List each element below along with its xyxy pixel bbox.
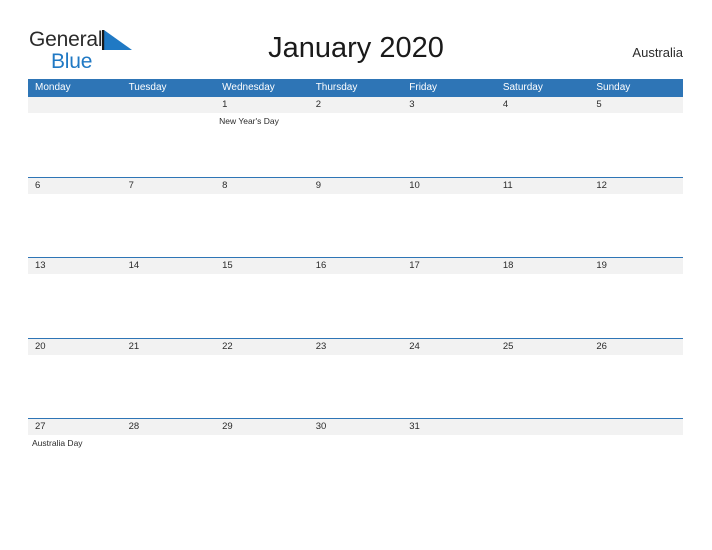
- day-event: [402, 194, 496, 257]
- weekday-header-friday: Friday: [409, 82, 438, 93]
- weekday-header-tuesday: Tuesday: [128, 82, 167, 93]
- page-header: General Blue January 2020 Australia: [0, 0, 712, 72]
- weekday-header-saturday: Saturday: [502, 82, 543, 93]
- day-number[interactable]: 9: [309, 178, 403, 194]
- day-number[interactable]: 4: [496, 97, 590, 113]
- day-number[interactable]: 11: [496, 178, 590, 194]
- day-number[interactable]: 14: [122, 258, 216, 274]
- day-event: [28, 274, 122, 337]
- day-event: [402, 355, 496, 418]
- week-day-numbers: 6 7 8 9 10 11 12: [28, 177, 683, 194]
- day-event: [589, 194, 683, 257]
- day-event: [589, 355, 683, 418]
- day-event: [496, 194, 590, 257]
- day-event: [402, 113, 496, 176]
- week-row: 27 28 29 30 31 Australia Day: [28, 418, 683, 499]
- day-number[interactable]: 3: [402, 97, 496, 113]
- week-row: 13 14 15 16 17 18 19: [28, 257, 683, 338]
- day-number[interactable]: 7: [122, 178, 216, 194]
- day-event: [309, 194, 403, 257]
- day-event: [122, 274, 216, 337]
- day-event: [122, 194, 216, 257]
- day-number[interactable]: 6: [28, 178, 122, 194]
- day-number[interactable]: 21: [122, 339, 216, 355]
- day-number[interactable]: 22: [215, 339, 309, 355]
- day-number[interactable]: 12: [589, 178, 683, 194]
- day-event: [496, 113, 590, 176]
- day-number[interactable]: 5: [589, 97, 683, 113]
- day-number[interactable]: [28, 97, 122, 113]
- day-number[interactable]: 1: [215, 97, 309, 113]
- weekday-header-row: Monday Tuesday Wednesday Thursday Friday…: [28, 79, 683, 96]
- day-number[interactable]: 19: [589, 258, 683, 274]
- day-number[interactable]: [496, 419, 590, 435]
- day-number[interactable]: 13: [28, 258, 122, 274]
- day-event: [309, 274, 403, 337]
- page-title: January 2020: [268, 32, 444, 64]
- day-number[interactable]: 28: [122, 419, 216, 435]
- day-number[interactable]: 2: [309, 97, 403, 113]
- day-number[interactable]: 24: [402, 339, 496, 355]
- day-event: [496, 274, 590, 337]
- day-event: [215, 194, 309, 257]
- day-number[interactable]: 8: [215, 178, 309, 194]
- day-number[interactable]: 31: [402, 419, 496, 435]
- day-event: [122, 435, 216, 498]
- day-event: [28, 113, 122, 176]
- day-number[interactable]: 23: [309, 339, 403, 355]
- day-number[interactable]: 20: [28, 339, 122, 355]
- day-event: [215, 435, 309, 498]
- day-event: [589, 113, 683, 176]
- week-day-events: [28, 193, 683, 257]
- day-event: [496, 435, 590, 498]
- weekday-header-thursday: Thursday: [315, 82, 358, 93]
- week-day-numbers: 13 14 15 16 17 18 19: [28, 258, 683, 275]
- day-event: [28, 355, 122, 418]
- day-event: [309, 355, 403, 418]
- week-day-events: Australia Day: [28, 435, 683, 499]
- week-day-events: [28, 274, 683, 338]
- week-day-numbers: 20 21 22 23 24 25 26: [28, 338, 683, 355]
- weekday-header-monday: Monday: [35, 82, 71, 93]
- week-row: 1 2 3 4 5 New Year's Day: [28, 96, 683, 177]
- day-event: [402, 435, 496, 498]
- day-number[interactable]: 27: [28, 419, 122, 435]
- week-row: 6 7 8 9 10 11 12: [28, 176, 683, 258]
- region-label: Australia: [632, 45, 683, 60]
- day-event: [122, 113, 216, 176]
- day-event: [402, 274, 496, 337]
- weekday-header-wednesday: Wednesday: [222, 82, 275, 93]
- day-event: [28, 194, 122, 257]
- day-number[interactable]: 30: [309, 419, 403, 435]
- day-number[interactable]: 16: [309, 258, 403, 274]
- day-event: Australia Day: [32, 438, 83, 449]
- day-number[interactable]: 17: [402, 258, 496, 274]
- day-event: [309, 435, 403, 498]
- day-event: [496, 355, 590, 418]
- calendar-grid: Monday Tuesday Wednesday Thursday Friday…: [28, 79, 683, 499]
- day-number[interactable]: 15: [215, 258, 309, 274]
- day-number[interactable]: 26: [589, 339, 683, 355]
- day-number[interactable]: 25: [496, 339, 590, 355]
- day-number[interactable]: [122, 97, 216, 113]
- week-day-events: New Year's Day: [28, 113, 683, 176]
- day-event: [589, 435, 683, 498]
- day-event: [309, 113, 403, 176]
- day-event: [122, 355, 216, 418]
- day-number[interactable]: [589, 419, 683, 435]
- day-number[interactable]: 29: [215, 419, 309, 435]
- day-event: New Year's Day: [219, 116, 279, 126]
- day-number[interactable]: 18: [496, 258, 590, 274]
- week-day-numbers: 27 28 29 30 31: [28, 419, 683, 436]
- day-event: [215, 274, 309, 337]
- week-day-numbers: 1 2 3 4 5: [28, 97, 683, 113]
- day-event: [215, 355, 309, 418]
- day-number[interactable]: 10: [402, 178, 496, 194]
- week-day-events: [28, 354, 683, 418]
- weekday-header-sunday: Sunday: [596, 82, 631, 93]
- day-event: [589, 274, 683, 337]
- week-row: 20 21 22 23 24 25 26: [28, 337, 683, 419]
